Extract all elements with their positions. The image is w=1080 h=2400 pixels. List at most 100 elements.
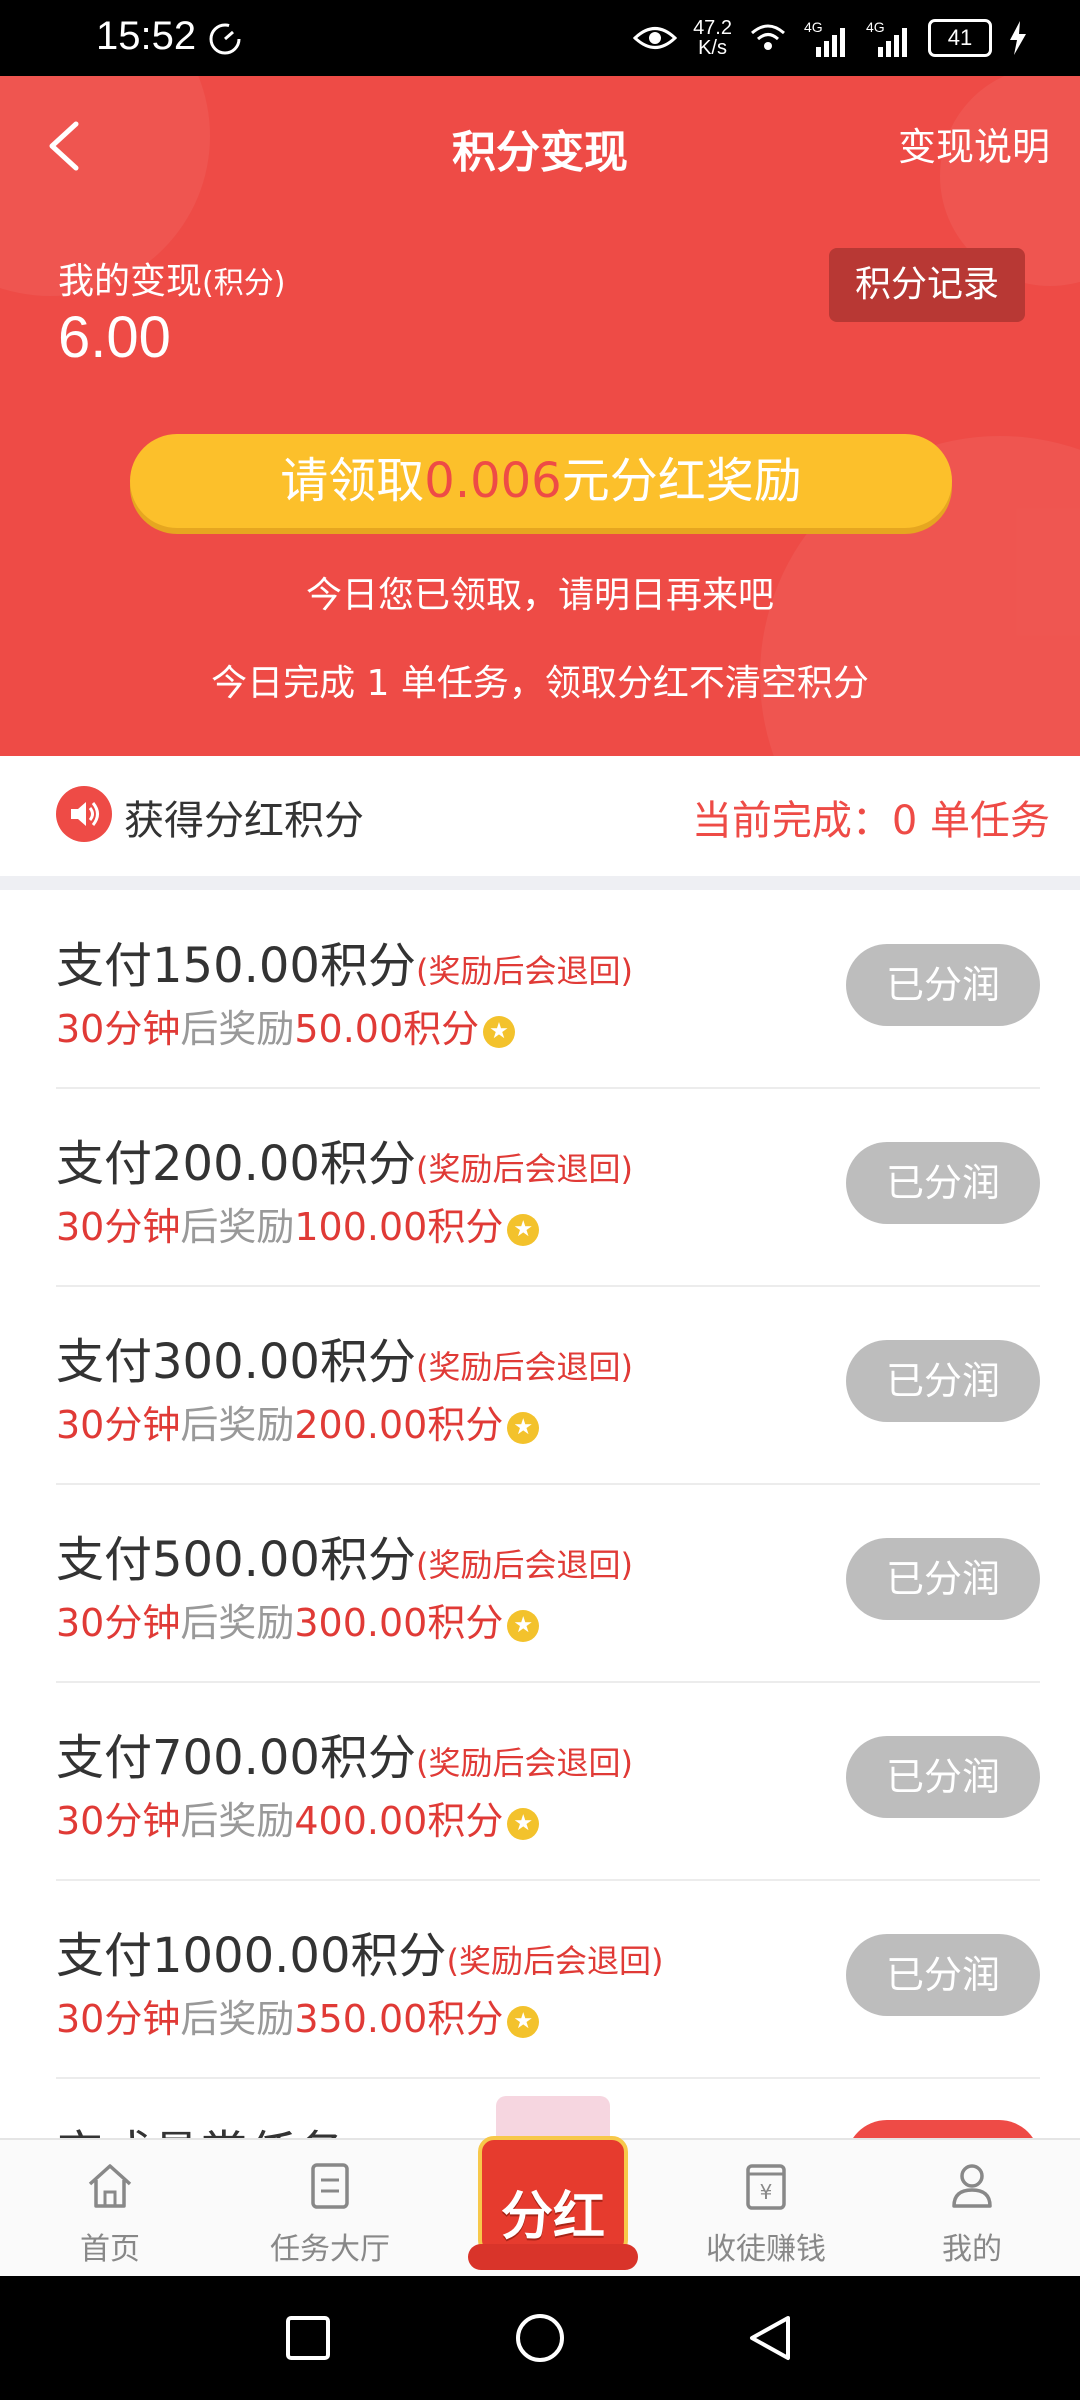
task-reward-connector: 后奖励 — [180, 1403, 295, 1447]
my-points-label-text: 我的变现 — [58, 261, 203, 302]
recent-apps-icon[interactable] — [284, 2314, 332, 2362]
dividend-section-header: 获得分红积分 当前完成：0 单任务 — [0, 756, 1080, 876]
task-status-button[interactable]: 已分润 — [846, 1934, 1040, 2016]
task-reward-line: 30分钟后奖励50.00积分 — [56, 998, 516, 1053]
task-pay-amount: 支付300.00积分 — [56, 1334, 416, 1390]
coin-icon — [507, 1807, 540, 1840]
task-pay-amount: 支付1000.00积分 — [56, 1928, 447, 1984]
completed-task-count: 当前完成：0 单任务 — [691, 798, 1050, 844]
task-pay-amount: 支付200.00积分 — [56, 1136, 416, 1192]
task-refund-note: (奖励后会退回) — [415, 1150, 633, 1188]
net-speed-unit: K/s — [698, 37, 727, 59]
task-pay-title: 支付700.00积分(奖励后会退回) — [56, 1718, 633, 1788]
back-triangle-icon[interactable] — [744, 2312, 796, 2364]
charging-bolt-icon — [1010, 21, 1026, 55]
signal-bars-icon — [878, 28, 907, 57]
task-status-button[interactable]: 已分润 — [846, 944, 1040, 1026]
task-reward-amount: 300.00积分 — [294, 1601, 504, 1645]
status-bar: 15:52 47.2 K/s 4G 4G 41 — [0, 0, 1080, 76]
task-row: 支付150.00积分(奖励后会退回) 30分钟后奖励50.00积分 已分润 — [56, 890, 1040, 1089]
nav-invite-earn[interactable]: ¥ 收徒赚钱 — [686, 2158, 846, 2268]
home-icon — [88, 2164, 132, 2208]
claimed-today-notice: 今日您已领取，请明日再来吧 — [305, 575, 774, 616]
claim-prefix: 请领取 — [280, 453, 425, 509]
coin-icon — [507, 2005, 540, 2038]
task-reward-connector: 后奖励 — [180, 1601, 295, 1645]
task-wait-time: 30分钟 — [56, 1997, 181, 2041]
task-reward-amount: 100.00积分 — [294, 1205, 504, 1249]
signal-1: 4G — [804, 19, 850, 57]
status-time: 15:52 — [96, 14, 197, 58]
nav-dividend[interactable]: 分红 — [468, 2096, 638, 2272]
task-wait-time: 30分钟 — [56, 1205, 181, 1249]
task-pay-title: 支付200.00积分(奖励后会退回) — [56, 1124, 633, 1194]
home-circle-icon[interactable] — [514, 2312, 566, 2364]
nav-invite-earn-label: 收徒赚钱 — [706, 2232, 826, 2267]
task-wait-time: 30分钟 — [56, 1403, 181, 1447]
signal-2: 4G — [866, 19, 912, 57]
claim-dividend-button[interactable]: 请领取0.006元分红奖励 — [130, 434, 952, 528]
task-reward-line: 30分钟后奖励100.00积分 — [56, 1196, 540, 1251]
signal-bars-icon — [816, 28, 845, 57]
battery-indicator: 41 — [928, 19, 992, 57]
network-speed: 47.2 K/s — [693, 18, 732, 58]
net-speed-value: 47.2 — [693, 17, 732, 39]
nav-dividend-label: 分红 — [500, 2187, 605, 2247]
bottom-nav: 首页 任务大厅 分红 ¥ 收徒赚钱 我的 — [0, 2096, 1080, 2278]
nav-home[interactable]: 首页 — [30, 2158, 190, 2268]
task-reward-amount: 200.00积分 — [294, 1403, 504, 1447]
task-row: 支付700.00积分(奖励后会退回) 30分钟后奖励400.00积分 已分润 — [56, 1682, 1040, 1881]
claim-suffix: 元分红奖励 — [561, 453, 802, 509]
coin-icon — [507, 1411, 540, 1444]
task-row: 支付300.00积分(奖励后会退回) 30分钟后奖励200.00积分 已分润 — [56, 1286, 1040, 1485]
eye-icon — [633, 27, 678, 49]
nav-task-hall[interactable]: 任务大厅 — [250, 2158, 410, 2268]
task-reward-connector: 后奖励 — [180, 1007, 295, 1051]
task-reward-line: 30分钟后奖励350.00积分 — [56, 1988, 540, 2043]
task-reward-connector: 后奖励 — [180, 1205, 295, 1249]
points-summary-panel: 积分变现 变现说明 我的变现(积分) 6.00 积分记录 请领取0.006元分红… — [0, 76, 1080, 756]
task-reward-amount: 50.00积分 — [294, 1007, 480, 1051]
coin-icon — [507, 1609, 540, 1642]
task-status-button[interactable]: 已分润 — [846, 1736, 1040, 1818]
nav-home-label: 首页 — [80, 2232, 140, 2267]
task-refund-note: (奖励后会退回) — [446, 1942, 664, 1980]
task-row: 支付500.00积分(奖励后会退回) 30分钟后奖励300.00积分 已分润 — [56, 1484, 1040, 1683]
claim-amount: 0.006 — [424, 453, 562, 509]
task-status-button[interactable]: 已分润 — [846, 1538, 1040, 1620]
task-requirement-notice: 今日完成 1 单任务，领取分红不清空积分 — [211, 663, 869, 704]
task-reward-connector: 后奖励 — [180, 1799, 295, 1843]
points-record-button[interactable]: 积分记录 — [829, 248, 1025, 322]
task-wait-time: 30分钟 — [56, 1007, 181, 1051]
speaker-icon — [56, 786, 112, 842]
task-reward-line: 30分钟后奖励200.00积分 — [56, 1394, 540, 1449]
section-divider — [0, 876, 1080, 890]
speed-gauge-icon — [209, 23, 241, 55]
task-wait-time: 30分钟 — [56, 1601, 181, 1645]
task-reward-amount: 350.00积分 — [294, 1997, 504, 2041]
task-status-button[interactable] — [846, 2120, 1040, 2138]
task-reward-line: 30分钟后奖励300.00积分 — [56, 1592, 540, 1647]
system-nav-bar — [0, 2276, 1080, 2400]
task-wait-time: 30分钟 — [56, 1799, 181, 1843]
task-list: 支付150.00积分(奖励后会退回) 30分钟后奖励50.00积分 已分润 支付… — [0, 890, 1080, 2138]
task-pay-amount: 支付700.00积分 — [56, 1730, 416, 1786]
task-status-button[interactable]: 已分润 — [846, 1340, 1040, 1422]
coin-icon — [483, 1015, 516, 1048]
wifi-icon — [751, 24, 785, 50]
section-title: 获得分红积分 — [124, 798, 364, 844]
task-reward-amount: 400.00积分 — [294, 1799, 504, 1843]
my-points-unit: (积分) — [202, 266, 286, 301]
task-status-button[interactable]: 已分润 — [846, 1142, 1040, 1224]
task-refund-note: (奖励后会退回) — [415, 1546, 633, 1584]
my-points-value: 6.00 — [58, 305, 171, 370]
task-refund-note: (奖励后会退回) — [415, 1348, 633, 1386]
wallet-yuan-icon: ¥ — [746, 2164, 786, 2210]
task-pay-title: 支付500.00积分(奖励后会退回) — [56, 1520, 633, 1590]
task-refund-note: (奖励后会退回) — [415, 952, 633, 990]
redeem-instructions-link[interactable]: 变现说明 — [898, 116, 1050, 171]
svg-text:¥: ¥ — [760, 2180, 773, 2204]
nav-mine[interactable]: 我的 — [892, 2158, 1052, 2268]
task-refund-note: (奖励后会退回) — [415, 1744, 633, 1782]
task-row: 支付1000.00积分(奖励后会退回) 30分钟后奖励350.00积分 已分润 — [56, 1880, 1040, 2079]
